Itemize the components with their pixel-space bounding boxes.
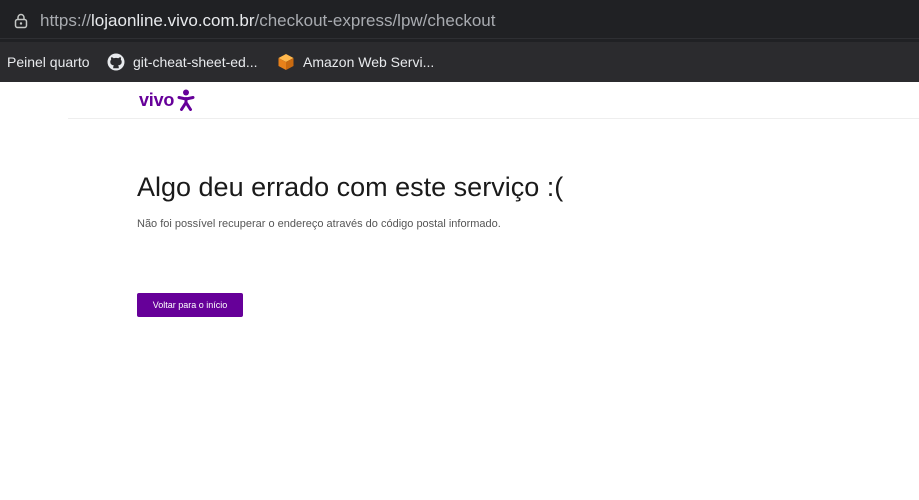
github-icon: [107, 53, 125, 71]
site-header: [68, 82, 919, 119]
url-host: lojaonline.vivo.com.br: [91, 11, 255, 30]
aws-cube-icon: [278, 54, 294, 70]
bookmark-amazon-web-services[interactable]: Amazon Web Servi...: [277, 42, 434, 82]
site-info-icon[interactable]: [12, 12, 30, 30]
url-text[interactable]: https://lojaonline.vivo.com.br/checkout-…: [40, 11, 495, 31]
browser-toolbar: https://lojaonline.vivo.com.br/checkout-…: [0, 0, 919, 42]
vivo-wordmark: vivo: [139, 90, 175, 110]
url-scheme: https://: [40, 11, 92, 30]
back-to-home-button[interactable]: Voltar para o início: [137, 293, 243, 317]
bookmark-label: Amazon Web Servi...: [303, 54, 435, 70]
error-message: Não foi possível recuperar o endereço at…: [137, 218, 501, 230]
url-path: /checkout-express/lpw/checkout: [254, 11, 496, 30]
address-bar[interactable]: https://lojaonline.vivo.com.br/checkout-…: [0, 3, 919, 39]
bookmark-label: Peinel quarto: [7, 54, 90, 70]
bookmarks-bar: Peinel quarto git-cheat-sheet-ed... Amaz…: [0, 42, 919, 82]
page: vivo Algo deu errado com este serviço :(…: [0, 82, 919, 500]
error-title: Algo deu errado com este serviço :(: [137, 172, 564, 202]
bookmark-label: git-cheat-sheet-ed...: [133, 54, 258, 70]
vivo-logo[interactable]: vivo: [139, 89, 195, 111]
vivo-figure-icon: [177, 89, 195, 111]
bookmark-peinel-quarto[interactable]: Peinel quarto: [7, 42, 90, 82]
bookmark-git-cheat-sheet[interactable]: git-cheat-sheet-ed...: [107, 42, 258, 82]
